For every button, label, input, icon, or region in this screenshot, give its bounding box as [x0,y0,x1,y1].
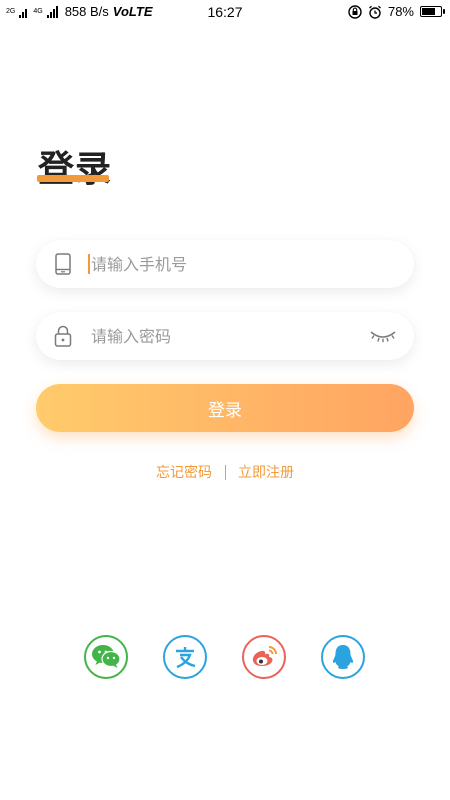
password-field[interactable] [36,312,414,360]
alarm-icon [369,5,381,19]
status-bar: 2G 4G 858 B/s VoLTE 16:27 78% [0,0,450,24]
lock-icon [53,324,73,348]
rotation-lock-icon [348,4,362,19]
phone-field[interactable] [36,240,414,288]
weibo-login-button[interactable] [242,635,286,679]
links-separator [224,464,226,480]
wechat-icon [92,645,121,668]
weibo-icon [252,646,277,666]
forgot-password-link[interactable]: 忘记密码 [156,465,212,481]
qq-login-button[interactable] [321,635,365,679]
page-title: 登录 [38,149,113,190]
wechat-login-button[interactable] [84,635,128,679]
register-link[interactable]: 立即注册 [238,465,294,481]
status-right: 78% [348,4,445,19]
title-underline [37,175,109,182]
social-login-row [84,635,365,679]
password-input[interactable] [89,320,364,352]
alipay-icon [176,647,196,669]
login-button[interactable]: 登录 [36,384,414,432]
battery-level [422,8,436,15]
phone-input[interactable] [89,248,364,280]
battery-icon [420,6,445,17]
auth-links: 忘记密码 立即注册 [0,462,450,482]
qq-icon [332,645,354,669]
battery-percent: 78% [387,4,414,19]
alipay-login-button[interactable] [163,635,207,679]
phone-icon [53,252,73,276]
eye-closed-icon[interactable] [370,328,396,344]
